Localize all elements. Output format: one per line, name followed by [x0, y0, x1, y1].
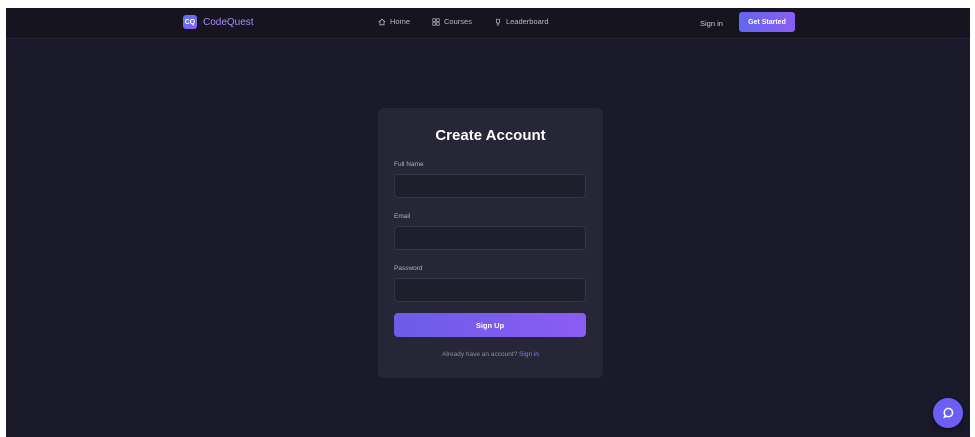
- home-icon: [378, 18, 386, 25]
- sign-up-button[interactable]: Sign Up: [394, 313, 586, 337]
- password-input[interactable]: [394, 278, 586, 302]
- chat-icon: [943, 407, 954, 419]
- top-navbar: CQ CodeQuest Home Courses Leaderboard Si…: [6, 8, 970, 39]
- email-input[interactable]: [394, 226, 586, 250]
- nav-links: Home Courses Leaderboard: [378, 17, 571, 26]
- logo-icon: CQ: [183, 15, 197, 29]
- brand-logo[interactable]: CQ CodeQuest: [183, 15, 254, 29]
- signin-link[interactable]: Sign in: [700, 19, 723, 28]
- get-started-button[interactable]: Get Started: [739, 12, 795, 32]
- email-label: Email: [394, 213, 411, 220]
- signin-prompt-text: Already have an account?: [442, 351, 518, 358]
- full-name-label: Full Name: [394, 161, 424, 168]
- app-window: CQ CodeQuest Home Courses Leaderboard Si…: [6, 8, 970, 437]
- logo-text: CodeQuest: [203, 16, 254, 28]
- chat-button[interactable]: [933, 398, 963, 428]
- nav-link-leaderboard[interactable]: Leaderboard: [494, 17, 549, 26]
- password-label: Password: [394, 265, 423, 272]
- full-name-input[interactable]: [394, 174, 586, 198]
- nav-link-label: Leaderboard: [505, 17, 549, 26]
- signin-prompt-link[interactable]: Sign in: [519, 351, 539, 358]
- signin-prompt: Already have an account? Sign in: [378, 351, 603, 358]
- nav-link-courses[interactable]: Courses: [432, 17, 472, 26]
- nav-link-home[interactable]: Home: [378, 17, 410, 26]
- nav-link-label: Home: [390, 17, 411, 26]
- signup-card: Create Account Full Name Email Password …: [378, 108, 603, 378]
- form-title: Create Account: [435, 127, 546, 144]
- grid-icon: [432, 17, 440, 26]
- trophy-icon: [495, 18, 500, 25]
- nav-link-label: Courses: [444, 17, 472, 26]
